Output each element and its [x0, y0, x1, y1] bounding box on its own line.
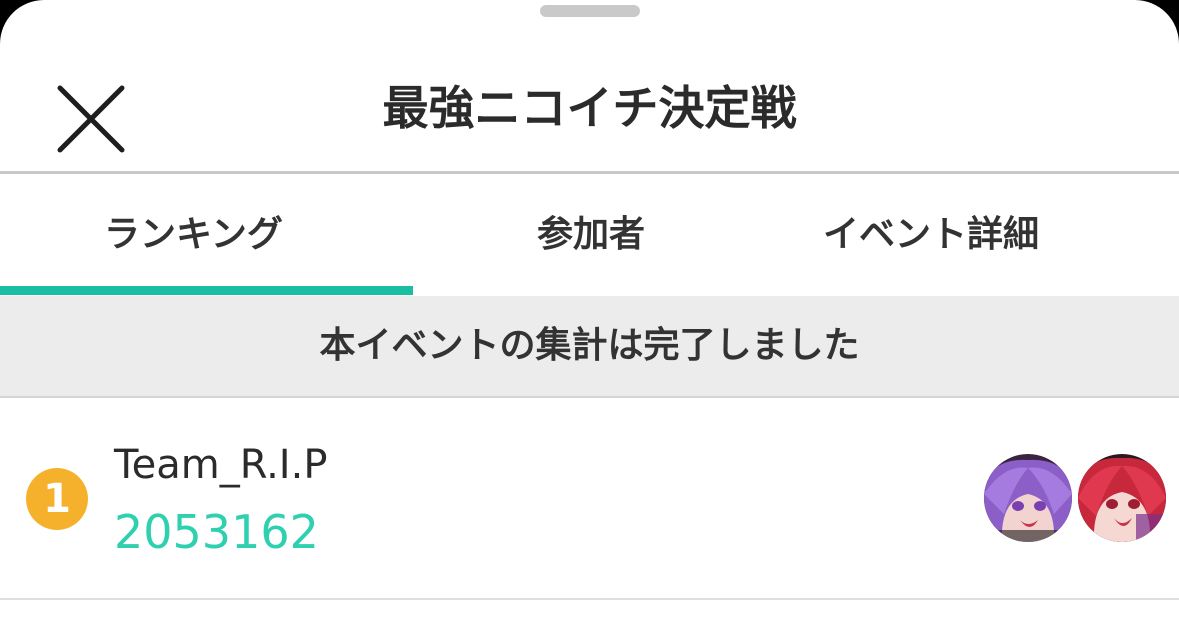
team-score: 2053162: [114, 505, 319, 559]
avatar-purple-hair-icon: [984, 454, 1072, 542]
tab-ranking[interactable]: ランキング: [0, 174, 413, 296]
tab-event-details[interactable]: イベント詳細: [769, 174, 1179, 296]
tab-participants[interactable]: 参加者: [413, 174, 769, 296]
status-banner: 本イベントの集計は完了しました: [0, 296, 1179, 398]
avatar[interactable]: [1078, 454, 1166, 542]
page-title: 最強ニコイチ決定戦: [382, 81, 797, 135]
ranking-row[interactable]: 1 Team_R.I.P 2053162: [0, 398, 1179, 600]
avatar-red-hair-icon: [1078, 454, 1166, 542]
tab-bar: ランキング 参加者 イベント詳細: [0, 174, 1179, 296]
sheet-header: 最強ニコイチ決定戦: [0, 40, 1179, 172]
active-tab-indicator: [0, 286, 413, 295]
sheet-grabber[interactable]: [540, 5, 640, 17]
rank-badge: 1: [26, 468, 88, 530]
avatar[interactable]: [984, 454, 1072, 542]
team-name: Team_R.I.P: [114, 442, 328, 488]
bottom-sheet: 最強ニコイチ決定戦 ランキング 参加者 イベント詳細 本イベントの集計は完了しま…: [0, 0, 1179, 640]
